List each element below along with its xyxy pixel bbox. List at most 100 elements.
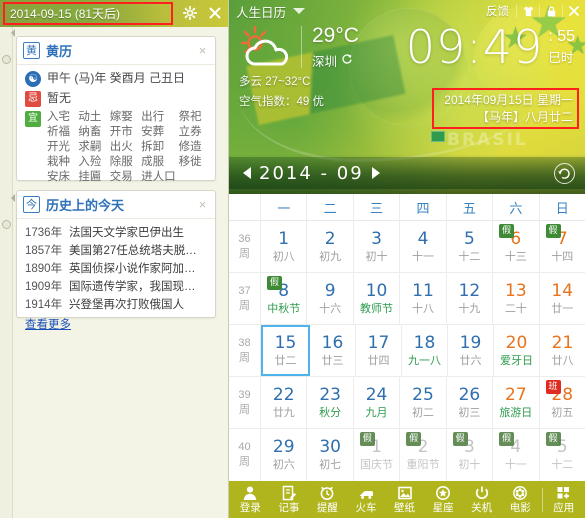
calendar-day-cell[interactable]: 13 二十 <box>493 273 540 324</box>
toolbar-divider <box>541 487 543 512</box>
calendar-day-cell[interactable]: 25 初二 <box>400 377 447 428</box>
clock-seconds: : 55 <box>548 28 575 45</box>
back-to-today-icon[interactable] <box>554 162 575 184</box>
calendar-day-cell[interactable]: 17 廿四 <box>356 325 402 376</box>
huangli-close-icon[interactable]: × <box>196 44 209 57</box>
panel-side-rail <box>0 27 13 518</box>
toolbar-item-power[interactable]: 关机 <box>462 481 501 518</box>
day-number: 21 <box>551 332 574 353</box>
calendar-day-cell[interactable]: 21 廿八 <box>540 325 585 376</box>
history-row[interactable]: 1890年 英国侦探小说作家阿加… <box>25 260 207 278</box>
history-year: 1909年 <box>25 281 63 293</box>
calendar-day-cell[interactable]: 16 廿三 <box>310 325 356 376</box>
weather-widget[interactable]: 29°C 深圳 多云 27~32°C 空气指数：49 优 <box>239 24 359 110</box>
day-lunar-label: 初五 <box>551 406 574 419</box>
calendar-day-cell[interactable]: 15 廿二 <box>261 325 310 376</box>
history-more-link[interactable]: 查看更多 <box>25 316 71 332</box>
calendar-day-cell[interactable]: 假 7 十四 <box>540 221 585 272</box>
toolbar-item-wallpaper[interactable]: 壁纸 <box>385 481 424 518</box>
calendar-day-cell[interactable]: 假 1 国庆节 <box>354 429 401 481</box>
calendar-day-cell[interactable]: 假 8 中秋节 <box>261 273 308 324</box>
rail-handle-huangli[interactable] <box>2 55 11 64</box>
calendar-day-cell[interactable]: 假 2 重阳节 <box>400 429 447 481</box>
calendar-day-cell[interactable]: 27 旅游日 <box>493 377 540 428</box>
day-number: 23 <box>319 384 341 405</box>
toolbar-item-note[interactable]: 记事 <box>270 481 309 518</box>
calendar-day-cell[interactable]: 14 廿一 <box>540 273 585 324</box>
toolbar-item-train[interactable]: 火车 <box>347 481 386 518</box>
calendar-day-cell[interactable]: 假 6 十三 <box>493 221 540 272</box>
calendar-day-cell[interactable]: 26 初三 <box>447 377 494 428</box>
huangli-yi-item: 开光 <box>47 141 70 153</box>
calendar-day-cell[interactable]: 29 初六 <box>261 429 308 481</box>
refresh-icon[interactable] <box>341 53 353 68</box>
next-month-arrow[interactable] <box>371 167 380 179</box>
feedback-link[interactable]: 反馈 <box>486 3 509 19</box>
calendar-day-cell[interactable]: 30 初七 <box>307 429 354 481</box>
toolbar-item-film[interactable]: 电影 <box>501 481 540 518</box>
history-close-icon[interactable]: × <box>196 198 209 211</box>
day-number: 14 <box>551 280 574 301</box>
day-lunar-label: 初二 <box>411 406 434 419</box>
calendar-day-cell[interactable]: 24 九月 <box>354 377 401 428</box>
calendar-week-row: 40 周 29 初六 30 初七假 1 国庆节假 2 重阳节假 3 初十假 4 十一假 5 十二 <box>229 429 585 481</box>
calendar-day-cell[interactable]: 22 廿九 <box>261 377 308 428</box>
calendar-day-cell[interactable]: 11 十八 <box>400 273 447 324</box>
collapse-arrow-history[interactable] <box>11 194 15 202</box>
huangli-yi-item: 纳畜 <box>78 126 102 138</box>
day-lunar-label: 国庆节 <box>360 459 394 471</box>
rail-handle-history[interactable] <box>2 220 11 229</box>
gear-icon[interactable] <box>180 3 199 22</box>
calendar-day-cell[interactable]: 4 十一 <box>400 221 447 272</box>
weather-air-quality: 空气指数：49 优 <box>239 96 324 108</box>
shirt-icon[interactable] <box>517 0 539 22</box>
day-lunar-label: 十四 <box>551 250 574 263</box>
history-year: 1736年 <box>25 227 63 239</box>
day-number: 24 <box>365 384 388 405</box>
toolbar-item-apps[interactable]: 应用 <box>545 481 584 518</box>
toolbar-item-zodiac[interactable]: 星座 <box>424 481 463 518</box>
alarm-icon <box>319 485 335 501</box>
calendar-day-cell[interactable]: 假 3 初十 <box>447 429 494 481</box>
calendar-day-cell[interactable]: 10 教师节 <box>354 273 401 324</box>
calendar-day-cell[interactable]: 9 十六 <box>307 273 354 324</box>
zodiac-icon <box>435 485 451 501</box>
toolbar-item-alarm[interactable]: 提醒 <box>308 481 347 518</box>
history-row[interactable]: 1857年 美国第27任总统塔夫脱… <box>25 242 207 260</box>
day-lunar-label: 初七 <box>319 459 342 471</box>
history-row[interactable]: 1909年 国际遗传学家，我国现… <box>25 278 207 296</box>
calendar-day-cell[interactable]: 3 初十 <box>354 221 401 272</box>
calendar-day-cell[interactable]: 12 十九 <box>447 273 494 324</box>
calendar-day-cell[interactable]: 18 九一八 <box>402 325 448 376</box>
history-card-body: 1736年 法国天文学家巴伊出生 1857年 美国第27任总统塔夫脱… 1890年 英国侦… <box>17 219 215 338</box>
close-icon[interactable] <box>205 3 224 22</box>
history-text: 英国侦探小说作家阿加… <box>69 263 196 275</box>
day-lunar-label: 初八 <box>272 250 295 263</box>
toolbar-item-user[interactable]: 登录 <box>231 481 270 518</box>
calendar-day-cell[interactable]: 5 十二 <box>447 221 494 272</box>
week-unit-label: 周 <box>239 299 250 312</box>
calendar-day-cell[interactable]: 1 初八 <box>261 221 308 272</box>
calendar-day-cell[interactable]: 假 4 十一 <box>493 429 540 481</box>
calendar-day-cell[interactable]: 2 初九 <box>307 221 354 272</box>
week-unit-label: 周 <box>239 456 250 468</box>
calendar-day-cell[interactable]: 23 秋分 <box>307 377 354 428</box>
highlight-date-box: 2014-09-15 (81天后) <box>3 2 173 25</box>
lock-icon[interactable] <box>540 0 562 22</box>
note-icon <box>281 485 297 501</box>
history-row[interactable]: 1914年 兴登堡再次打败俄国人 <box>25 296 207 314</box>
collapse-arrow-huangli[interactable] <box>11 29 15 37</box>
calendar-day-cell[interactable]: 班 28 初五 <box>540 377 585 428</box>
close-icon[interactable] <box>563 0 585 22</box>
prev-month-arrow[interactable] <box>243 167 251 179</box>
huangli-yi-item: 拆卸 <box>141 141 165 153</box>
history-row[interactable]: 1736年 法国天文学家巴伊出生 <box>25 224 207 242</box>
weather-city[interactable]: 深圳 <box>312 51 359 70</box>
weekday-header-1: 一 <box>261 194 308 220</box>
calendar-day-cell[interactable]: 19 廿六 <box>448 325 494 376</box>
huangli-yi-item: 入殓 <box>78 156 102 168</box>
calendar-day-cell[interactable]: 20 爱牙日 <box>494 325 540 376</box>
day-lunar-label: 十六 <box>319 302 342 315</box>
chevron-down-icon[interactable] <box>293 8 306 14</box>
calendar-day-cell[interactable]: 假 5 十二 <box>540 429 585 481</box>
